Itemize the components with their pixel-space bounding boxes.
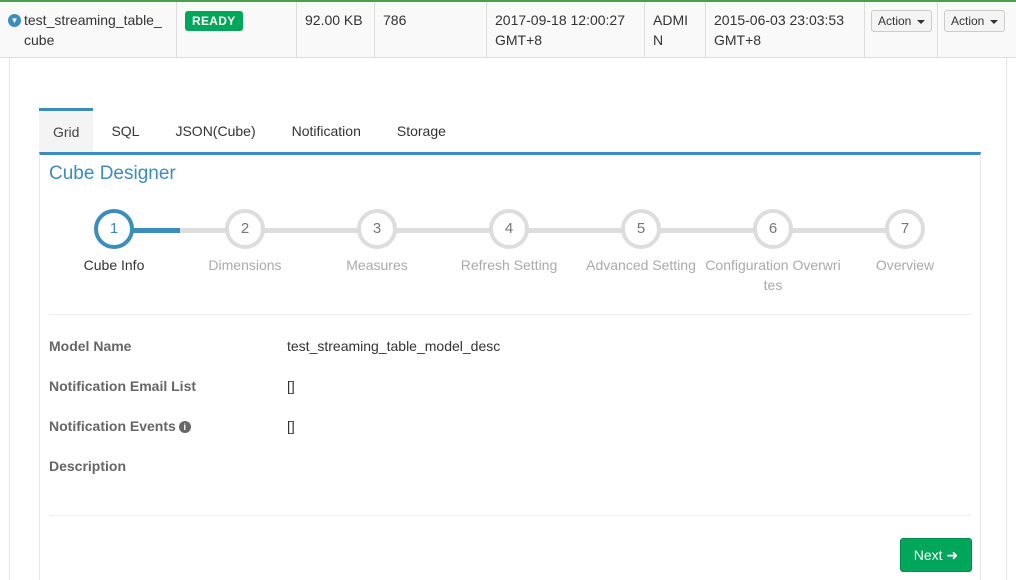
- cube-detail-panel: Grid SQL JSON(Cube) Notification Storage…: [9, 58, 1007, 580]
- step-number: 2: [225, 209, 265, 249]
- tab-storage[interactable]: Storage: [379, 108, 464, 154]
- step-label: Configuration Overwrites: [705, 257, 841, 293]
- create-time-cell: 2015-06-03 23:03:53 GMT+8: [706, 2, 865, 57]
- chevron-down-icon[interactable]: ▼: [8, 14, 21, 27]
- caret-down-icon: [916, 19, 925, 24]
- admin-action-dropdown-button[interactable]: Action: [944, 10, 1005, 32]
- step-number: 3: [357, 209, 397, 249]
- notification-events-value: []: [287, 418, 295, 434]
- status-badge: READY: [185, 11, 243, 31]
- info-circle-icon[interactable]: i: [178, 421, 191, 434]
- field-label: Notification Email List: [49, 378, 197, 394]
- size-cell: 92.00 KB: [297, 2, 375, 57]
- step-label: Cube Info: [83, 257, 145, 273]
- field-notification-email-list: Notification Email List []: [49, 373, 971, 413]
- divider: [49, 515, 971, 516]
- caret-down-icon: [989, 19, 998, 24]
- status-cell: READY: [177, 2, 297, 57]
- divider: [49, 314, 971, 315]
- action-label: Action: [951, 14, 985, 28]
- step-number: 1: [94, 209, 134, 249]
- step-number: 6: [753, 209, 793, 249]
- field-label: Model Name: [49, 338, 132, 354]
- tab-json-cube[interactable]: JSON(Cube): [157, 108, 273, 154]
- cube-table-row[interactable]: ▼ test_streaming_table_cube READY 92.00 …: [0, 0, 1016, 58]
- step-number: 4: [489, 209, 529, 249]
- cube-designer-box: Cube Designer 1 Cube Info 2 Dimensions 3…: [39, 152, 981, 580]
- wizard-step-dimensions[interactable]: 2 Dimensions: [175, 209, 315, 275]
- step-number: 7: [885, 209, 925, 249]
- tab-sql[interactable]: SQL: [93, 108, 157, 154]
- wizard-step-advanced-setting[interactable]: 5 Advanced Setting: [571, 209, 711, 275]
- action-cell-2: Action: [938, 2, 1016, 57]
- step-label: Dimensions: [208, 257, 282, 273]
- wizard-steps: 1 Cube Info 2 Dimensions 3 Measures 4 Re…: [40, 209, 980, 299]
- wizard-step-configuration-overwrites[interactable]: 6 Configuration Overwrites: [703, 209, 843, 295]
- tab-notification[interactable]: Notification: [274, 108, 379, 154]
- arrow-right-icon: ➜: [946, 547, 959, 563]
- notification-email-list-value: []: [287, 378, 295, 394]
- action-cell-1: Action: [865, 2, 938, 57]
- step-label: Measures: [346, 257, 408, 273]
- action-dropdown-button[interactable]: Action: [871, 10, 932, 32]
- next-label: Next: [913, 547, 943, 563]
- field-label-text: Notification Events: [49, 418, 176, 434]
- page-title: Cube Designer: [49, 163, 176, 184]
- step-label: Overview: [875, 257, 935, 273]
- wizard-step-overview[interactable]: 7 Overview: [835, 209, 975, 275]
- tab-grid[interactable]: Grid: [39, 108, 94, 154]
- model-name-value: test_streaming_table_model_desc: [287, 338, 501, 354]
- action-label: Action: [878, 14, 912, 28]
- last-build-time-cell: 2017-09-18 12:00:27 GMT+8: [487, 2, 645, 57]
- wizard-step-measures[interactable]: 3 Measures: [307, 209, 447, 275]
- cube-name[interactable]: test_streaming_table_cube: [24, 10, 168, 50]
- step-label: Refresh Setting: [460, 257, 558, 273]
- source-records-cell: 786: [375, 2, 487, 57]
- cube-info-form: Model Name test_streaming_table_model_de…: [49, 333, 971, 493]
- field-model-name: Model Name test_streaming_table_model_de…: [49, 333, 971, 373]
- field-label: Description: [49, 458, 127, 474]
- step-label: Advanced Setting: [586, 257, 696, 273]
- cube-name-cell[interactable]: ▼ test_streaming_table_cube: [0, 2, 177, 57]
- owner-cell: ADMIN: [645, 2, 706, 57]
- field-notification-events: Notification Events i []: [49, 413, 971, 453]
- field-label: Notification Events i: [49, 418, 191, 434]
- wizard-step-cube-info[interactable]: 1 Cube Info: [44, 209, 184, 275]
- detail-tabs: Grid SQL JSON(Cube) Notification Storage: [39, 108, 464, 154]
- step-number: 5: [621, 209, 661, 249]
- wizard-step-refresh-setting[interactable]: 4 Refresh Setting: [439, 209, 579, 275]
- next-button[interactable]: Next ➜: [900, 538, 972, 572]
- field-description: Description: [49, 453, 971, 493]
